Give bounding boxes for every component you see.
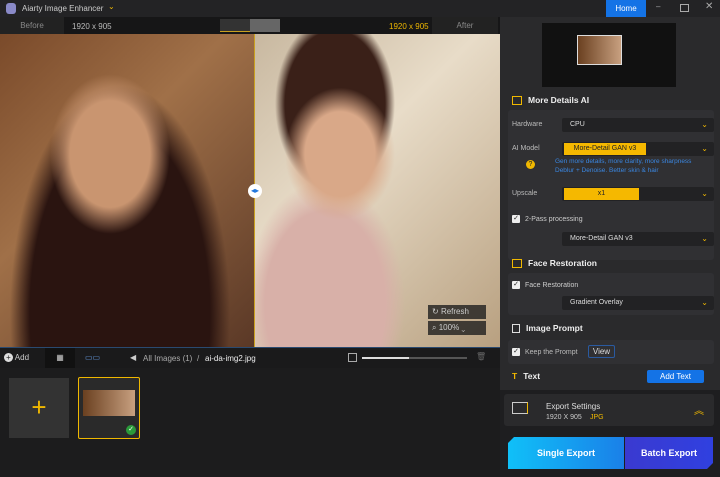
before-resolution: 1920 x 905 xyxy=(72,22,112,31)
refresh-label: Refresh xyxy=(440,307,469,316)
before-image xyxy=(0,34,255,347)
breadcrumb-filename: ai-da-img2.jpg xyxy=(205,354,256,363)
bottom-toolbar: + Add ▦ ▭▭ ◀ All Images (1) / ai-da-img2… xyxy=(0,347,500,368)
image-viewer[interactable]: ◂▸ ↻ Refresh ⌕ 100% ⌄ xyxy=(0,34,500,347)
export-area: Export Settings 1920 X 905 JPG ︽ Single … xyxy=(500,390,720,477)
thumbnail-size-slider[interactable] xyxy=(362,357,467,359)
thumbnail-strip: + ✓ xyxy=(0,368,500,470)
before-tab[interactable]: Before xyxy=(0,17,64,34)
more-details-header: More Details AI xyxy=(512,95,589,106)
upscale-select[interactable]: x1 ⌄ xyxy=(562,187,714,201)
after-image xyxy=(255,34,500,347)
face-restoration-checkbox[interactable]: ✓ Face Restoration xyxy=(512,281,578,289)
back-arrow-icon[interactable]: ◀ xyxy=(130,353,136,362)
collapse-chevron-icon[interactable]: ︽ xyxy=(694,402,704,417)
compare-bar: Before 1920 x 905 1920 x 905 After xyxy=(0,17,500,34)
maximize-icon[interactable] xyxy=(680,4,689,12)
face-restoration-header: Face Restoration xyxy=(512,258,597,269)
add-label: Add xyxy=(14,353,30,362)
refresh-button[interactable]: ↻ Refresh xyxy=(428,305,486,319)
minimize-icon[interactable]: – xyxy=(656,2,660,11)
checkbox-checked-icon: ✓ xyxy=(512,348,520,356)
app-title: Aiarty Image Enhancer xyxy=(22,4,104,13)
breadcrumb-all-images[interactable]: All Images (1) xyxy=(143,354,192,363)
two-pass-checkbox[interactable]: ✓ 2-Pass processing xyxy=(512,215,583,223)
export-format: JPG xyxy=(590,414,604,421)
batch-export-button[interactable]: Batch Export xyxy=(625,437,713,469)
model-description-2: Deblur + Denoise. Better skin & hair xyxy=(555,167,659,174)
ai-model-select[interactable]: More-Detail GAN v3 ⌄ xyxy=(562,142,714,156)
preview-navigator[interactable] xyxy=(542,23,676,87)
export-resolution: 1920 X 905 xyxy=(546,414,582,421)
filmstrip-view-icon[interactable]: ▭▭ xyxy=(85,353,100,362)
help-icon[interactable]: ? xyxy=(526,160,535,169)
keep-prompt-checkbox[interactable]: ✓ Keep the Prompt xyxy=(512,348,578,356)
document-icon xyxy=(512,324,520,334)
checkbox-checked-icon: ✓ xyxy=(512,215,520,223)
split-view-icon[interactable] xyxy=(250,19,280,32)
compare-handle[interactable]: ◂▸ xyxy=(248,184,262,198)
grid-view-icon[interactable]: ▦ xyxy=(45,348,75,368)
add-image-tile[interactable]: + xyxy=(9,378,69,438)
chevron-down-icon[interactable]: ⌄ xyxy=(108,2,115,11)
trash-icon[interactable]: 🗑 xyxy=(476,352,486,361)
enhance-icon xyxy=(512,96,522,106)
after-resolution: 1920 x 905 xyxy=(389,22,429,31)
checkbox-checked-icon: ✓ xyxy=(512,281,520,289)
zoom-select[interactable]: ⌕ 100% ⌄ xyxy=(428,321,486,335)
zoom-value: 100% xyxy=(438,323,460,332)
export-settings-icon xyxy=(512,402,528,414)
title-bar: Aiarty Image Enhancer ⌄ Home – ✕ xyxy=(0,0,720,17)
close-icon[interactable]: ✕ xyxy=(705,1,713,12)
add-text-button[interactable]: Add Text xyxy=(647,370,704,383)
image-size-icon xyxy=(348,353,357,362)
text-header: T Text xyxy=(512,371,541,381)
more-details-section: Hardware CPU ⌄ AI Model More-Detail GAN v… xyxy=(508,110,714,260)
face-icon xyxy=(512,259,522,269)
export-settings-title: Export Settings xyxy=(546,402,601,411)
settings-panel: More Details AI Hardware CPU ⌄ AI Model M… xyxy=(500,17,720,477)
two-pass-model-select[interactable]: More-Detail GAN v3 ⌄ xyxy=(562,232,714,246)
after-tab[interactable]: After xyxy=(432,17,498,34)
ai-model-label: AI Model xyxy=(512,145,540,152)
image-prompt-header: Image Prompt xyxy=(512,323,583,334)
face-mode-select[interactable]: Gradient Overlay ⌄ xyxy=(562,296,714,310)
plus-circle-icon: + xyxy=(4,353,13,362)
hardware-label: Hardware xyxy=(512,121,543,128)
model-description-1: Gen more details, more clarity, more sha… xyxy=(555,158,692,165)
add-button[interactable]: + Add xyxy=(4,353,29,362)
text-icon: T xyxy=(512,371,518,381)
image-prompt-section: ✓ Keep the Prompt View xyxy=(508,340,714,364)
single-view-icon[interactable] xyxy=(220,19,250,32)
image-thumbnail[interactable]: ✓ xyxy=(78,377,140,439)
export-settings[interactable]: Export Settings 1920 X 905 JPG ︽ xyxy=(504,394,714,426)
view-prompt-button[interactable]: View xyxy=(588,345,615,358)
hardware-select[interactable]: CPU ⌄ xyxy=(562,118,714,132)
face-restoration-section: ✓ Face Restoration Gradient Overlay ⌄ xyxy=(508,273,714,315)
home-button[interactable]: Home xyxy=(606,0,646,17)
selected-check-icon: ✓ xyxy=(126,425,136,435)
zoom-icon: ⌕ xyxy=(432,323,437,332)
upscale-label: Upscale xyxy=(512,190,538,197)
app-logo-icon xyxy=(6,3,16,14)
single-export-button[interactable]: Single Export xyxy=(508,437,624,469)
breadcrumb-separator: / xyxy=(197,354,200,363)
